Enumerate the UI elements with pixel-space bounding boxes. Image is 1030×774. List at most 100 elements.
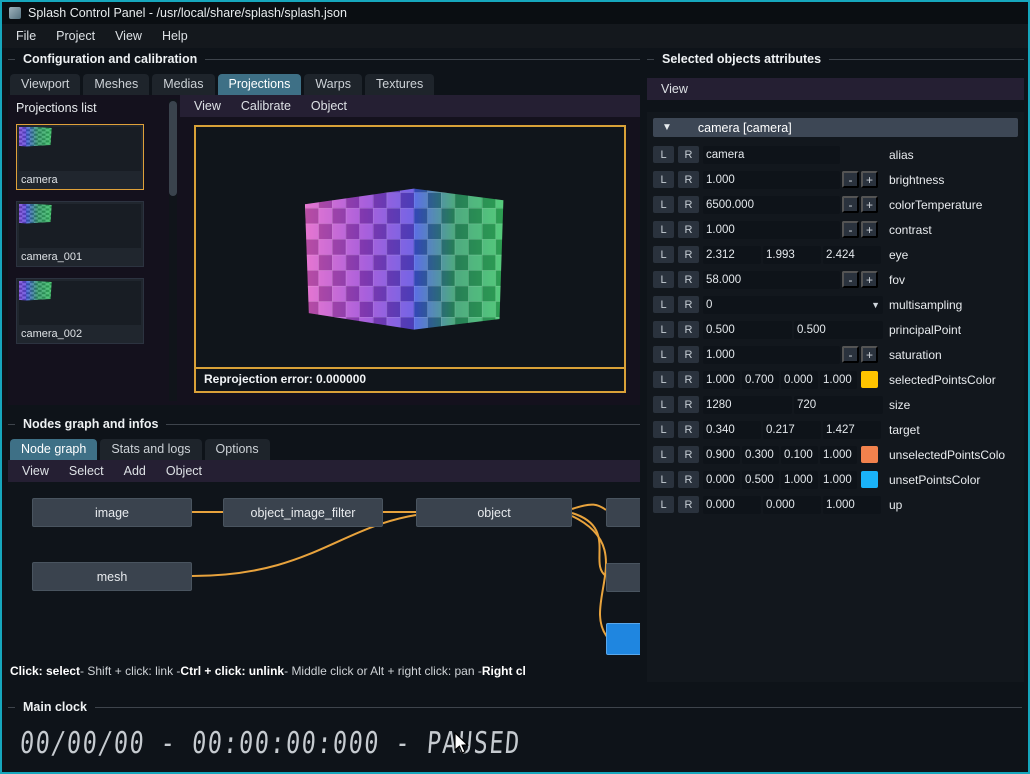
- link-l-button[interactable]: L: [653, 296, 674, 313]
- value-field[interactable]: 1.000: [703, 346, 840, 364]
- nodes-menu-object[interactable]: Object: [156, 460, 212, 482]
- tab-projections[interactable]: Projections: [218, 74, 302, 95]
- link-l-button[interactable]: L: [653, 171, 674, 188]
- color-swatch[interactable]: [861, 371, 878, 388]
- tab-meshes[interactable]: Meshes: [83, 74, 149, 95]
- link-l-button[interactable]: L: [653, 371, 674, 388]
- link-l-button[interactable]: L: [653, 471, 674, 488]
- link-r-button[interactable]: R: [678, 446, 699, 463]
- viewport-menu-calibrate[interactable]: Calibrate: [231, 95, 301, 117]
- node-mesh[interactable]: mesh: [32, 562, 192, 591]
- value-field[interactable]: 1.000: [703, 221, 840, 239]
- decrement-button[interactable]: -: [842, 171, 859, 188]
- link-r-button[interactable]: R: [678, 371, 699, 388]
- value-field[interactable]: 0.500: [794, 321, 883, 339]
- menubar-item-file[interactable]: File: [6, 24, 46, 48]
- node-image[interactable]: image: [32, 498, 192, 527]
- menubar-item-help[interactable]: Help: [152, 24, 198, 48]
- tab-stats-and-logs[interactable]: Stats and logs: [100, 439, 201, 460]
- node-stub-1[interactable]: [606, 498, 640, 527]
- node-object-image-filter[interactable]: object_image_filter: [223, 498, 383, 527]
- tab-options[interactable]: Options: [205, 439, 270, 460]
- camera-viewport-canvas[interactable]: [196, 127, 624, 367]
- value-field[interactable]: 1.000: [823, 496, 881, 514]
- link-l-button[interactable]: L: [653, 396, 674, 413]
- value-field[interactable]: 2.424: [823, 246, 881, 264]
- link-r-button[interactable]: R: [678, 196, 699, 213]
- link-l-button[interactable]: L: [653, 321, 674, 338]
- value-field[interactable]: 0.500: [703, 321, 792, 339]
- tab-textures[interactable]: Textures: [365, 74, 434, 95]
- node-graph-canvas[interactable]: image object_image_filter object mesh: [8, 482, 640, 660]
- decrement-button[interactable]: -: [842, 271, 859, 288]
- link-r-button[interactable]: R: [678, 171, 699, 188]
- viewport-menu-view[interactable]: View: [184, 95, 231, 117]
- tab-medias[interactable]: Medias: [152, 74, 214, 95]
- camera-tree-header[interactable]: ▼ camera [camera]: [653, 118, 1018, 137]
- value-field[interactable]: 1.000: [820, 371, 857, 389]
- link-r-button[interactable]: R: [678, 496, 699, 513]
- color-swatch[interactable]: [861, 446, 878, 463]
- link-r-button[interactable]: R: [678, 346, 699, 363]
- value-field[interactable]: 720: [794, 396, 883, 414]
- link-r-button[interactable]: R: [678, 471, 699, 488]
- projection-card-camera[interactable]: camera: [16, 124, 144, 190]
- link-l-button[interactable]: L: [653, 196, 674, 213]
- tab-warps[interactable]: Warps: [304, 74, 362, 95]
- value-field[interactable]: 1.427: [823, 421, 881, 439]
- value-field[interactable]: 0.000: [703, 471, 740, 489]
- value-field[interactable]: 58.000: [703, 271, 840, 289]
- scrollbar-thumb[interactable]: [169, 101, 177, 196]
- viewport-menu-object[interactable]: Object: [301, 95, 357, 117]
- value-field[interactable]: camera: [703, 146, 840, 164]
- value-field[interactable]: 0.700: [742, 371, 779, 389]
- value-field[interactable]: 1.993: [763, 246, 821, 264]
- value-field[interactable]: 1.000: [703, 171, 840, 189]
- tab-node-graph[interactable]: Node graph: [10, 439, 97, 460]
- chevron-down-icon[interactable]: ▼: [867, 300, 880, 310]
- node-object[interactable]: object: [416, 498, 572, 527]
- link-r-button[interactable]: R: [678, 396, 699, 413]
- value-field[interactable]: 0.000: [703, 496, 761, 514]
- color-swatch[interactable]: [861, 471, 878, 488]
- link-l-button[interactable]: L: [653, 146, 674, 163]
- collapse-caret-icon[interactable]: ▼: [662, 122, 672, 133]
- increment-button[interactable]: +: [861, 171, 878, 188]
- increment-button[interactable]: +: [861, 346, 878, 363]
- projection-3d-view[interactable]: [196, 127, 624, 367]
- value-field[interactable]: 1.000: [781, 471, 818, 489]
- link-l-button[interactable]: L: [653, 421, 674, 438]
- menubar-item-project[interactable]: Project: [46, 24, 105, 48]
- nodes-menu-view[interactable]: View: [12, 460, 59, 482]
- value-field[interactable]: 0.000: [781, 371, 818, 389]
- link-r-button[interactable]: R: [678, 146, 699, 163]
- increment-button[interactable]: +: [861, 221, 878, 238]
- projection-card-camera-001[interactable]: camera_001: [16, 201, 144, 267]
- link-r-button[interactable]: R: [678, 421, 699, 438]
- link-r-button[interactable]: R: [678, 221, 699, 238]
- value-field[interactable]: 1280: [703, 396, 792, 414]
- tab-viewport[interactable]: Viewport: [10, 74, 80, 95]
- projections-scrollbar[interactable]: [169, 99, 177, 401]
- decrement-button[interactable]: -: [842, 221, 859, 238]
- attributes-menu-view[interactable]: View: [651, 78, 698, 100]
- value-field[interactable]: 1.000: [820, 446, 857, 464]
- link-l-button[interactable]: L: [653, 446, 674, 463]
- value-field[interactable]: 0▼: [703, 296, 883, 314]
- nodes-menu-add[interactable]: Add: [114, 460, 156, 482]
- nodes-menu-select[interactable]: Select: [59, 460, 114, 482]
- decrement-button[interactable]: -: [842, 346, 859, 363]
- value-field[interactable]: 1.000: [820, 471, 857, 489]
- node-stub-2[interactable]: [606, 563, 640, 592]
- link-l-button[interactable]: L: [653, 221, 674, 238]
- link-l-button[interactable]: L: [653, 346, 674, 363]
- value-field[interactable]: 0.100: [781, 446, 818, 464]
- value-field[interactable]: 0.500: [742, 471, 779, 489]
- menubar-item-view[interactable]: View: [105, 24, 152, 48]
- decrement-button[interactable]: -: [842, 196, 859, 213]
- link-r-button[interactable]: R: [678, 246, 699, 263]
- value-field[interactable]: 1.000: [703, 371, 740, 389]
- value-field[interactable]: 6500.000: [703, 196, 840, 214]
- link-l-button[interactable]: L: [653, 271, 674, 288]
- value-field[interactable]: 0.900: [703, 446, 740, 464]
